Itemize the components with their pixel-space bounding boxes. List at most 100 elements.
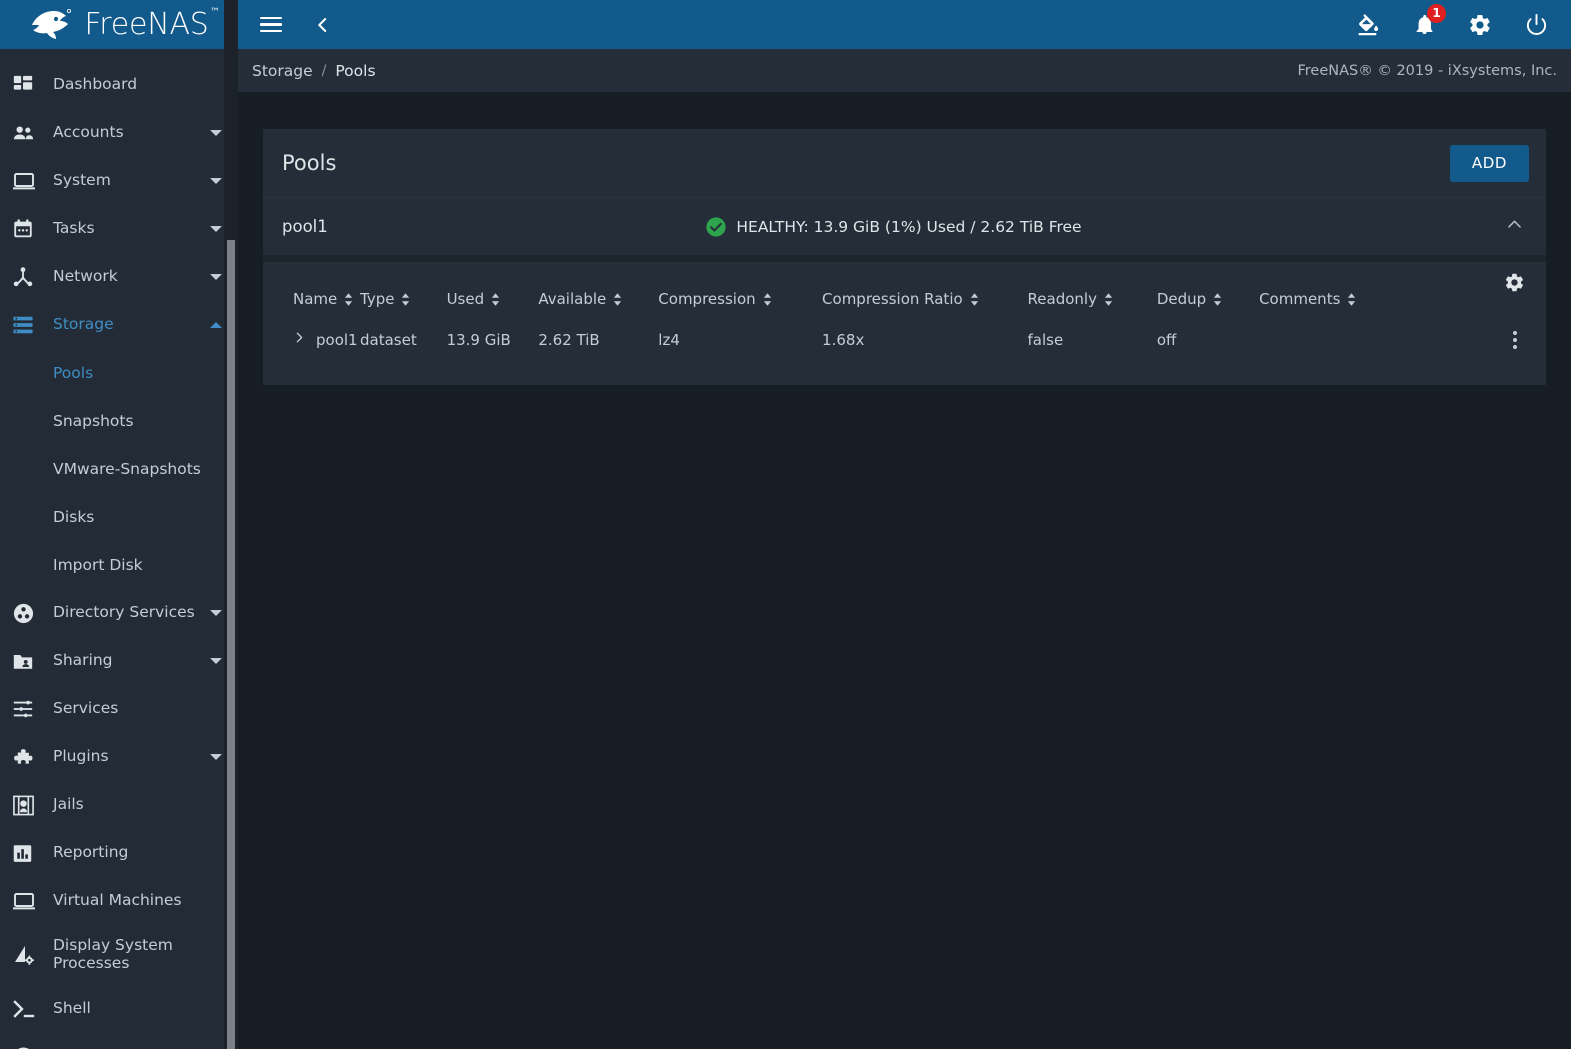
chevron-up-icon	[1508, 220, 1521, 228]
sidebar-item-label: Directory Services	[53, 603, 195, 622]
cell-type: dataset	[360, 330, 417, 349]
column-header-name[interactable]: Name	[263, 272, 360, 324]
row-menu-button[interactable]	[1483, 330, 1546, 349]
chevron-up-icon[interactable]	[210, 322, 222, 328]
row-expand-button[interactable]	[293, 330, 306, 349]
sidebar-item-label: System	[53, 171, 111, 190]
column-label: Available	[538, 290, 607, 308]
pool-collapse-toggle[interactable]	[1505, 215, 1524, 238]
sidebar-item-accounts[interactable]: Accounts	[0, 109, 238, 157]
sidebar-item-reporting[interactable]: Reporting	[0, 829, 238, 877]
sidebar-subitem-label: VMware-Snapshots	[53, 460, 201, 478]
table-toolbar	[263, 262, 1546, 292]
sidebar-item-dashboard[interactable]: Dashboard	[0, 61, 238, 109]
directory-services-icon	[12, 601, 48, 625]
column-header-compression[interactable]: Compression	[658, 272, 822, 324]
sort-icon	[345, 292, 353, 306]
sidebar-item-services[interactable]: Services	[0, 685, 238, 733]
people-icon	[12, 121, 48, 145]
sidebar-item-virtual-machines[interactable]: Virtual Machines	[0, 877, 238, 925]
column-label: Readonly	[1027, 290, 1097, 308]
column-header-readonly[interactable]: Readonly	[1028, 272, 1157, 324]
jail-icon	[12, 793, 48, 817]
sidebar-item-guide[interactable]: Guide	[0, 1033, 238, 1049]
sidebar-item-jails[interactable]: Jails	[0, 781, 238, 829]
sidebar-item-plugins[interactable]: Plugins	[0, 733, 238, 781]
table-header-row: Name Type Used Available Compression Com…	[263, 272, 1546, 324]
gear-icon	[1505, 273, 1523, 292]
sidebar-item-import-disk[interactable]: Import Disk	[0, 541, 238, 589]
sidebar-item-tasks[interactable]: Tasks	[0, 205, 238, 253]
sidebar-item-label: Tasks	[53, 219, 95, 238]
sharing-folder-icon	[12, 649, 48, 673]
chevron-down-icon[interactable]	[210, 754, 222, 760]
sidebar-item-directory-services[interactable]: Directory Services	[0, 589, 238, 637]
page-title: Pools	[282, 151, 337, 175]
paint-bucket-icon	[1358, 14, 1378, 36]
power-icon	[1526, 13, 1546, 35]
hamburger-icon	[260, 13, 282, 36]
column-header-compression-ratio[interactable]: Compression Ratio	[822, 272, 1027, 324]
sidebar-scrollbar-track[interactable]	[224, 0, 238, 1049]
column-header-comments[interactable]: Comments	[1259, 272, 1483, 324]
check-circle-icon	[706, 216, 726, 237]
chevron-down-icon[interactable]	[210, 130, 222, 136]
breadcrumb-current[interactable]: Pools	[335, 62, 375, 80]
table-row[interactable]: pool1 dataset 13.9 GiB 2.62 TiB lz4 1.68…	[263, 324, 1546, 359]
pools-card: Pools ADD pool1 HEALTHY: 13.9 GiB (1%) U…	[263, 129, 1546, 385]
chevron-down-icon[interactable]	[210, 610, 222, 616]
notifications-button[interactable]: 1	[1407, 3, 1446, 42]
sidebar-item-system[interactable]: System	[0, 157, 238, 205]
copyright-text: FreeNAS® © 2019 - iXsystems, Inc.	[1297, 62, 1557, 79]
chevron-down-icon[interactable]	[210, 226, 222, 232]
pools-card-header: Pools ADD	[263, 129, 1546, 197]
toolbar-left-group	[254, 8, 340, 42]
column-header-used[interactable]: Used	[447, 272, 539, 324]
table-settings-button[interactable]	[1504, 272, 1525, 297]
datasets-table: Name Type Used Available Compression Com…	[263, 272, 1546, 359]
pool-summary-row[interactable]: pool1 HEALTHY: 13.9 GiB (1%) Used / 2.62…	[263, 197, 1546, 255]
app-root: FreeNAS ™ Dashboard Accounts System Task…	[0, 0, 1571, 1049]
chevron-down-icon[interactable]	[210, 178, 222, 184]
chevron-down-icon[interactable]	[210, 274, 222, 280]
cell-name: pool1	[263, 324, 360, 359]
sidebar-item-storage[interactable]: Storage	[0, 301, 238, 349]
sidebar-item-label: Storage	[53, 315, 114, 334]
column-header-dedup[interactable]: Dedup	[1157, 272, 1259, 324]
sidebar-scrollbar-thumb[interactable]	[227, 240, 235, 1049]
sidebar-item-pools[interactable]: Pools	[0, 349, 238, 397]
column-header-type[interactable]: Type	[360, 272, 447, 324]
sidebar-item-label: Jails	[53, 795, 84, 814]
sidebar-item-shell[interactable]: Shell	[0, 985, 238, 1033]
brand-header[interactable]: FreeNAS ™	[0, 0, 238, 49]
puzzle-icon	[12, 745, 48, 769]
sort-icon	[1104, 292, 1113, 306]
sidebar-item-label: Accounts	[53, 123, 124, 142]
column-label: Dedup	[1156, 290, 1207, 308]
chevron-down-icon[interactable]	[210, 658, 222, 664]
sidebar-item-display-system-processes[interactable]: Display System Processes	[0, 925, 238, 985]
settings-button[interactable]	[1463, 8, 1497, 42]
cell-used: 13.9 GiB	[446, 330, 511, 349]
breadcrumb-root[interactable]: Storage	[252, 62, 313, 80]
column-label: Compression	[658, 290, 756, 308]
add-pool-button[interactable]: ADD	[1449, 144, 1529, 182]
breadcrumb-separator: /	[321, 62, 327, 79]
cell-comments	[1259, 324, 1483, 359]
sidebar-item-vmware-snapshots[interactable]: VMware-Snapshots	[0, 445, 238, 493]
sort-icon	[402, 292, 410, 306]
sidebar-item-sharing[interactable]: Sharing	[0, 637, 238, 685]
theme-button[interactable]	[1351, 8, 1385, 42]
sidebar-collapse-button[interactable]	[306, 8, 340, 42]
sort-icon	[492, 292, 500, 306]
column-header-available[interactable]: Available	[538, 272, 658, 324]
sidebar-item-network[interactable]: Network	[0, 253, 238, 301]
top-toolbar: 1	[238, 0, 1571, 49]
sidebar-item-disks[interactable]: Disks	[0, 493, 238, 541]
power-button[interactable]	[1519, 8, 1553, 42]
brand-trademark: ™	[209, 6, 220, 18]
pool-status: HEALTHY: 13.9 GiB (1%) Used / 2.62 TiB F…	[582, 216, 1205, 238]
chevron-right-icon	[296, 332, 303, 343]
menu-toggle-button[interactable]	[254, 8, 288, 42]
sidebar-item-snapshots[interactable]: Snapshots	[0, 397, 238, 445]
